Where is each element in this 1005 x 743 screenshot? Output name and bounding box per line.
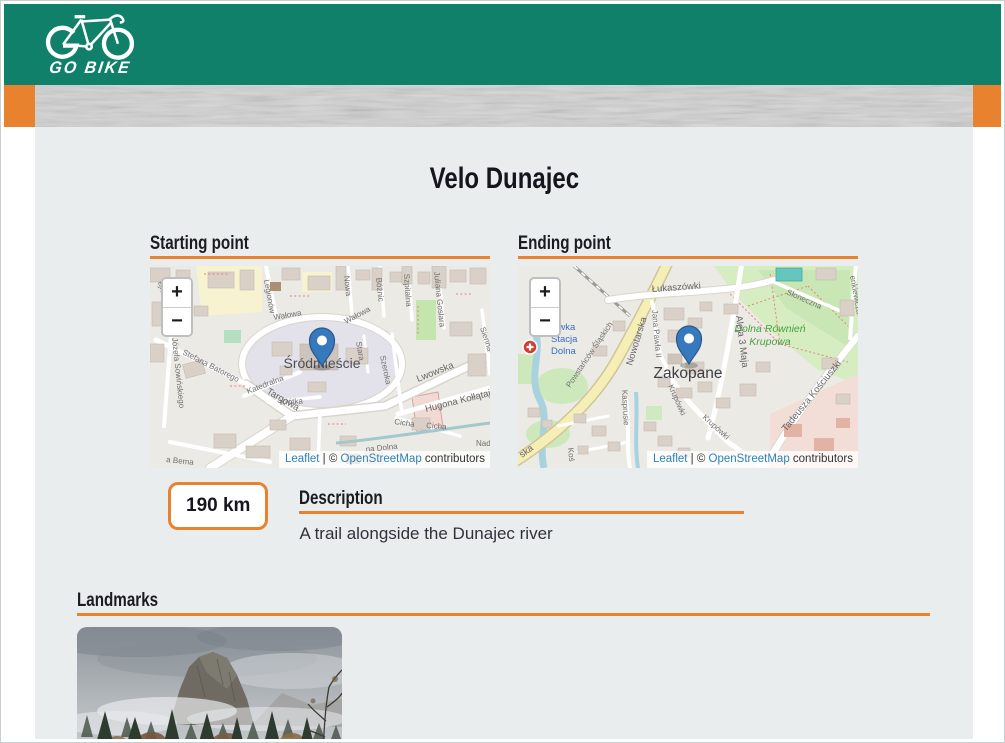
attribution-contributors: contributors bbox=[422, 453, 485, 465]
content: Velo Dunajec Starting point bbox=[35, 127, 973, 739]
map-attribution: Leaflet | © OpenStreetMap contributors bbox=[279, 451, 490, 468]
detail-row: 190 km Description A trail alongside the… bbox=[168, 482, 973, 544]
start-map-tiles: ejki Wałowa Wałowa Legionów Nowa Bóżnic … bbox=[150, 266, 490, 468]
attribution-separator: | © bbox=[687, 453, 708, 465]
description-section: Description A trail alongside the Dunaje… bbox=[299, 488, 744, 544]
start-map[interactable]: ejki Wałowa Wałowa Legionów Nowa Bóżnic … bbox=[150, 266, 490, 468]
starting-point-section: Starting point bbox=[150, 233, 490, 468]
openstreetmap-link[interactable]: OpenStreetMap bbox=[341, 453, 422, 465]
hospital-icon bbox=[523, 340, 537, 354]
landmark-image bbox=[77, 627, 342, 739]
distance-badge: 190 km bbox=[168, 482, 268, 530]
zoom-out-button[interactable]: − bbox=[531, 307, 559, 335]
ending-point-section: Ending point bbox=[518, 233, 858, 468]
landmarks-section: Landmarks bbox=[77, 590, 930, 739]
banner-image bbox=[35, 85, 973, 127]
logo[interactable]: GO BIKE bbox=[40, 10, 140, 78]
logo-text: GO BIKE bbox=[39, 60, 142, 79]
description-text: A trail alongside the Dunajec river bbox=[299, 524, 744, 544]
street-label: Nadbr bbox=[476, 439, 490, 448]
site-header: GO BIKE bbox=[4, 4, 1001, 85]
street-label: Kasprusie bbox=[620, 390, 631, 427]
zoom-control: + − bbox=[529, 277, 561, 337]
end-map-tiles: łówka Stacja Dolna Dolna Równień Krupowa bbox=[518, 266, 858, 468]
zoom-control: + − bbox=[161, 277, 193, 337]
page-title: Velo Dunajec bbox=[35, 160, 973, 196]
starting-point-heading: Starting point bbox=[150, 233, 490, 259]
street-label: Cicha bbox=[426, 421, 448, 431]
bike-logo-icon bbox=[40, 10, 140, 62]
distance-value: 190 km bbox=[186, 495, 250, 516]
leaflet-link[interactable]: Leaflet bbox=[653, 453, 688, 465]
leaflet-link[interactable]: Leaflet bbox=[285, 453, 320, 465]
attribution-separator: | © bbox=[319, 453, 340, 465]
description-heading: Description bbox=[299, 488, 744, 514]
map-attribution: Leaflet | © OpenStreetMap contributors bbox=[647, 451, 858, 468]
landmarks-heading: Landmarks bbox=[77, 590, 930, 616]
svg-text:Dolna: Dolna bbox=[551, 346, 577, 357]
browser-frame: GO BIKE Velo Dunajec bbox=[0, 0, 1005, 743]
zoom-out-button[interactable]: − bbox=[163, 307, 191, 335]
zoom-in-button[interactable]: + bbox=[163, 279, 191, 307]
openstreetmap-link[interactable]: OpenStreetMap bbox=[709, 453, 790, 465]
zoom-in-button[interactable]: + bbox=[531, 279, 559, 307]
attribution-contributors: contributors bbox=[790, 453, 853, 465]
svg-text:Krupowa: Krupowa bbox=[749, 336, 791, 348]
banner-strip bbox=[4, 85, 1001, 127]
maps-row: Starting point bbox=[150, 233, 973, 468]
ending-point-heading: Ending point bbox=[518, 233, 858, 259]
street-label: Koś bbox=[566, 447, 576, 462]
end-map[interactable]: łówka Stacja Dolna Dolna Równień Krupowa bbox=[518, 266, 858, 468]
